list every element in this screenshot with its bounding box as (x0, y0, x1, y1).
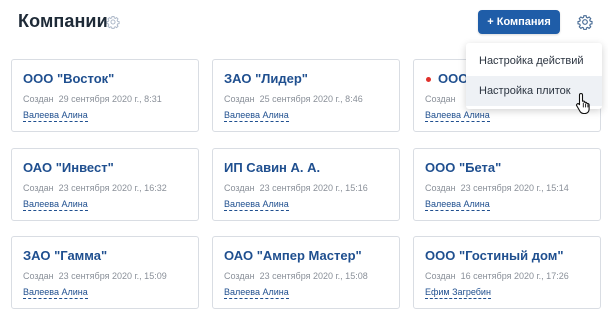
companies-page: Компании + Компания ООО "Восток" Создан 2… (0, 0, 608, 318)
company-name[interactable]: ЗАО "Лидер" (224, 71, 308, 86)
created-label: Создан (23, 94, 54, 104)
created-label: Создан (224, 94, 255, 104)
created-info: Создан 23 сентября 2020 г., 15:08 (224, 271, 368, 281)
company-card[interactable]: ООО "Восток" Создан 29 сентября 2020 г., … (11, 59, 199, 132)
menu-item-tiles-settings[interactable]: Настройка плиток (466, 76, 602, 106)
created-date: 23 сентября 2020 г., 15:09 (58, 271, 167, 281)
created-label: Создан (23, 271, 54, 281)
company-name[interactable]: ООО "Восток" (23, 71, 114, 86)
gear-icon[interactable] (106, 15, 120, 29)
company-card[interactable]: ООО "Бета" Создан 23 сентября 2020 г., 15… (413, 148, 601, 221)
company-card[interactable]: ООО "Гостиный дом" Создан 16 сентября 202… (413, 236, 601, 309)
responsible-user-link[interactable]: Валеева Алина (224, 287, 289, 299)
created-label: Создан (425, 94, 456, 104)
responsible-user-link[interactable]: Валеева Алина (224, 199, 289, 211)
company-name[interactable]: ООО (438, 71, 468, 86)
company-card[interactable]: ЗАО "Лидер" Создан 25 сентября 2020 г., 8… (212, 59, 400, 132)
company-name[interactable]: ОАО "Инвест" (23, 160, 114, 175)
created-date: 23 сентября 2020 г., 15:16 (259, 183, 368, 193)
created-date: 23 сентября 2020 г., 15:14 (460, 183, 569, 193)
responsible-user-link[interactable]: Валеева Алина (23, 110, 88, 122)
created-date: 25 сентября 2020 г., 8:46 (259, 94, 363, 104)
company-card[interactable]: ОАО "Ампер Мастер" Создан 23 сентября 202… (212, 236, 400, 309)
responsible-user-link[interactable]: Валеева Алина (224, 110, 289, 122)
created-info: Создан (425, 94, 461, 104)
company-card[interactable]: ИП Савин А. А. Создан 23 сентября 2020 г.… (212, 148, 400, 221)
created-label: Создан (425, 183, 456, 193)
responsible-user-link[interactable]: Ефим Загребин (425, 287, 491, 299)
responsible-user-link[interactable]: Валеева Алина (425, 110, 490, 122)
created-info: Создан 23 сентября 2020 г., 15:14 (425, 183, 569, 193)
created-date: 29 сентября 2020 г., 8:31 (58, 94, 162, 104)
page-title: Компании (18, 11, 108, 31)
company-name[interactable]: ООО "Гостиный дом" (425, 248, 564, 263)
created-info: Создан 23 сентября 2020 г., 15:09 (23, 271, 167, 281)
menu-item-actions-settings[interactable]: Настройка действий (466, 46, 602, 76)
responsible-user-link[interactable]: Валеева Алина (23, 199, 88, 211)
gear-icon[interactable] (577, 14, 593, 30)
created-info: Создан 23 сентября 2020 г., 15:16 (224, 183, 368, 193)
created-info: Создан 29 сентября 2020 г., 8:31 (23, 94, 162, 104)
company-name[interactable]: ЗАО "Гамма" (23, 248, 107, 263)
created-label: Создан (224, 183, 255, 193)
settings-dropdown-menu: Настройка действий Настройка плиток (466, 43, 602, 109)
company-name[interactable]: ООО "Бета" (425, 160, 501, 175)
created-info: Создан 25 сентября 2020 г., 8:46 (224, 94, 363, 104)
company-name[interactable]: ИП Савин А. А. (224, 160, 320, 175)
created-label: Создан (224, 271, 255, 281)
created-label: Создан (23, 183, 54, 193)
created-date: 23 сентября 2020 г., 15:08 (259, 271, 368, 281)
created-date: 23 сентября 2020 г., 16:32 (58, 183, 167, 193)
company-name[interactable]: ОАО "Ампер Мастер" (224, 248, 362, 263)
created-info: Создан 16 сентября 2020 г., 17:26 (425, 271, 569, 281)
created-label: Создан (425, 271, 456, 281)
responsible-user-link[interactable]: Валеева Алина (425, 199, 490, 211)
responsible-user-link[interactable]: Валеева Алина (23, 287, 88, 299)
add-company-button[interactable]: + Компания (478, 10, 560, 34)
alert-dot-icon (426, 77, 431, 82)
company-card[interactable]: ЗАО "Гамма" Создан 23 сентября 2020 г., 1… (11, 236, 199, 309)
created-date: 16 сентября 2020 г., 17:26 (460, 271, 569, 281)
created-info: Создан 23 сентября 2020 г., 16:32 (23, 183, 167, 193)
company-card[interactable]: ОАО "Инвест" Создан 23 сентября 2020 г., … (11, 148, 199, 221)
